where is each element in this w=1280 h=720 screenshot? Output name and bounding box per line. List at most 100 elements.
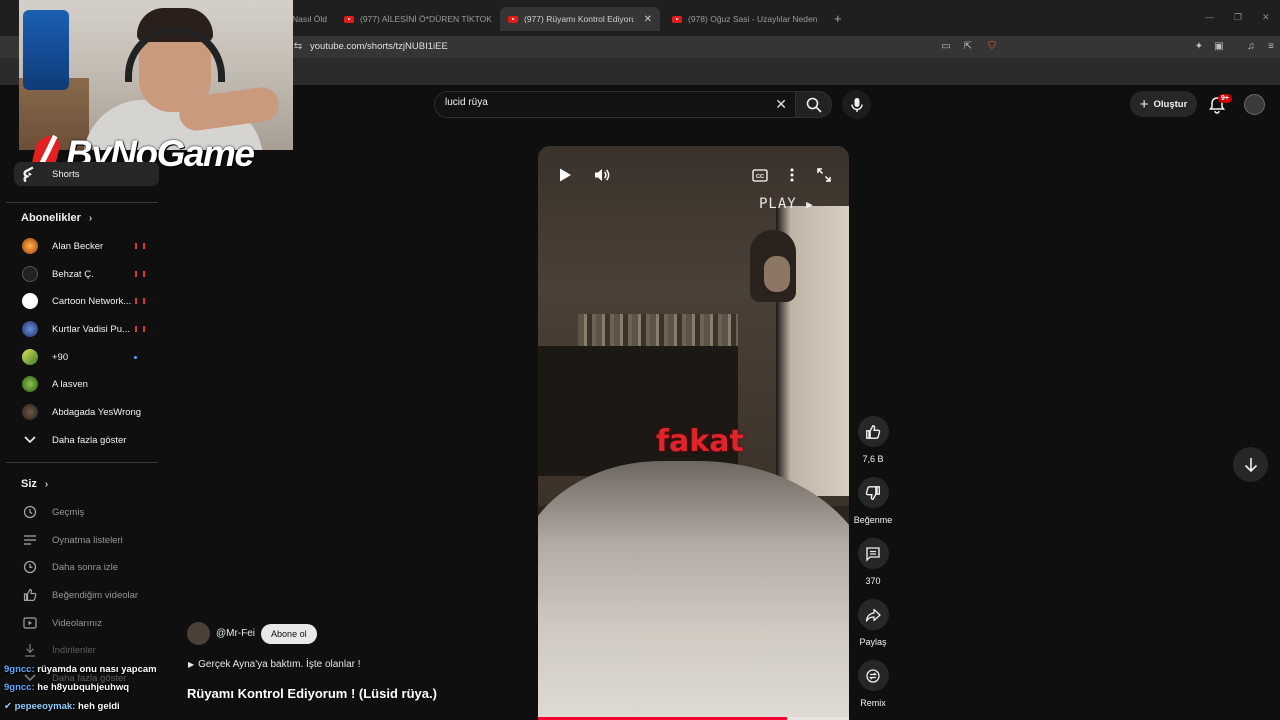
share-page-icon[interactable]: ⇱ bbox=[962, 41, 974, 53]
play-button[interactable] bbox=[555, 165, 575, 185]
description-text: Gerçek Ayna'ya baktım. İşte olanlar ! bbox=[198, 659, 361, 670]
sidebar-channel-behzat[interactable]: Behzat Ç. bbox=[14, 262, 159, 286]
remix-icon bbox=[866, 668, 880, 683]
sidebar-item-label: +90 bbox=[52, 351, 69, 363]
channel-handle[interactable]: @Mr-Fei bbox=[216, 628, 255, 639]
sidebar-item-your-videos[interactable]: Videolarınız bbox=[14, 611, 159, 635]
search-box[interactable]: ✕ bbox=[434, 91, 796, 118]
share-button[interactable] bbox=[857, 599, 889, 630]
more-vert-icon bbox=[790, 168, 794, 182]
microphone-icon bbox=[850, 97, 863, 112]
chat-message: ✔ pepeeoymak: heh geldi bbox=[4, 701, 120, 712]
remix-button[interactable] bbox=[857, 660, 889, 691]
sidebar-item-label: Behzat Ç. bbox=[52, 268, 94, 280]
voice-search-button[interactable] bbox=[842, 90, 871, 119]
close-tab-icon[interactable]: ✕ bbox=[644, 14, 652, 25]
comment-count: 370 bbox=[865, 576, 881, 586]
share-label: Paylaş bbox=[859, 637, 887, 647]
sidebar-channel-plus90[interactable]: +90 bbox=[14, 345, 159, 369]
sidebar-channel-alan-becker[interactable]: Alan Becker bbox=[14, 234, 159, 258]
subscriptions-heading[interactable]: Abonelikler › bbox=[21, 212, 92, 224]
svg-text:CC: CC bbox=[756, 174, 764, 180]
menu-icon[interactable]: ≡ bbox=[1265, 41, 1277, 53]
channel-avatar bbox=[22, 376, 38, 392]
volume-icon bbox=[595, 169, 610, 181]
dislike-button[interactable] bbox=[857, 477, 889, 508]
sidebar-item-liked-videos[interactable]: Beğendiğim videolar bbox=[14, 583, 159, 607]
plus-icon: + bbox=[1139, 95, 1149, 113]
sidebar-item-label: Kurtlar Vadisi Pu... bbox=[52, 323, 130, 335]
site-settings-icon[interactable]: ⇆ bbox=[292, 41, 304, 53]
shorts-video-player[interactable]: fakat CC PLAY ▶ bbox=[538, 146, 849, 720]
thumbs-up-icon bbox=[866, 424, 881, 439]
captions-button[interactable]: CC bbox=[750, 165, 770, 185]
create-button[interactable]: + Oluştur bbox=[1130, 91, 1197, 117]
search-input[interactable] bbox=[445, 97, 765, 108]
sidebar-channel-abdagada[interactable]: Abdagada YesWrong bbox=[14, 400, 159, 424]
closed-captions-icon: CC bbox=[752, 168, 768, 182]
sidebar-item-label: Beğendiğim videolar bbox=[52, 589, 139, 601]
browser-tab-active[interactable]: (977) Rüyamı Kontrol Ediyorum ✕ bbox=[500, 7, 660, 31]
download-icon bbox=[22, 642, 38, 658]
live-indicator-icon bbox=[135, 298, 145, 304]
volume-button[interactable] bbox=[592, 165, 612, 185]
clear-search-icon[interactable]: ✕ bbox=[775, 96, 787, 113]
share-action[interactable]: Paylaş bbox=[852, 599, 894, 647]
tab-title: Nasıl Öld bbox=[292, 14, 327, 24]
comments-button[interactable] bbox=[857, 538, 889, 569]
account-avatar[interactable] bbox=[1244, 94, 1265, 115]
browser-tab[interactable]: (977) AİLESİNİ Ö*DÜREN TİKTOKER bbox=[344, 8, 492, 30]
sidebar-item-history[interactable]: Geçmiş bbox=[14, 500, 159, 524]
url-text[interactable]: youtube.com/shorts/tzjNUBI1iEE bbox=[310, 41, 448, 52]
sidebar-item-downloads[interactable]: İndirilenler bbox=[14, 638, 159, 662]
browser-tab[interactable]: Nasıl Öld bbox=[292, 8, 332, 30]
sidebar-item-playlists[interactable]: Oynatma listeleri bbox=[14, 528, 159, 552]
search-button[interactable] bbox=[796, 91, 832, 118]
brave-shield-icon[interactable]: ⛉ bbox=[986, 41, 998, 53]
sidebar-item-watch-later[interactable]: Daha sonra izle bbox=[14, 555, 159, 579]
restore-icon[interactable]: ❐ bbox=[1234, 12, 1242, 23]
chevron-right-icon: › bbox=[88, 212, 93, 224]
cast-icon[interactable]: ▭ bbox=[940, 41, 952, 53]
sidebar-channel-kurtlar-vadisi[interactable]: Kurtlar Vadisi Pu... bbox=[14, 317, 159, 341]
close-window-icon[interactable]: ✕ bbox=[1262, 12, 1270, 23]
extensions-icon[interactable]: ✦ bbox=[1193, 41, 1205, 53]
channel-avatar[interactable] bbox=[187, 622, 210, 645]
remix-label: Remix bbox=[860, 698, 886, 708]
sidebar-show-more[interactable]: Daha fazla göster bbox=[14, 428, 159, 452]
more-options-button[interactable] bbox=[782, 165, 802, 185]
browser-tab[interactable]: (978) Oğuz Sasi - Uzaylılar Neden Ke bbox=[672, 8, 820, 30]
video-overlay-play-label: PLAY ▶ bbox=[759, 196, 814, 212]
remix-action[interactable]: Remix bbox=[852, 660, 894, 708]
sidebar-channel-cartoon-network[interactable]: Cartoon Network... bbox=[14, 289, 159, 313]
video-description[interactable]: ▶ Gerçek Ayna'ya baktım. İşte olanlar ! bbox=[188, 659, 361, 670]
fullscreen-button[interactable] bbox=[814, 165, 834, 185]
sidebar-toggle-icon[interactable]: ▣ bbox=[1213, 41, 1225, 53]
subscribe-button[interactable]: Abone ol bbox=[261, 623, 317, 644]
dislike-action[interactable]: Beğenme bbox=[852, 477, 894, 525]
chat-text: heh geldi bbox=[77, 701, 120, 712]
sidebar-item-shorts[interactable]: Shorts bbox=[14, 162, 159, 186]
like-action[interactable]: 7,6 B bbox=[852, 416, 894, 464]
minimize-icon[interactable]: — bbox=[1205, 12, 1214, 22]
dislike-label: Beğenme bbox=[853, 515, 893, 525]
you-heading[interactable]: Siz › bbox=[21, 478, 48, 490]
play-arrow-icon: ▶ bbox=[188, 660, 195, 669]
video-title: Rüyamı Kontrol Ediyorum ! (Lüsid rüya.) bbox=[187, 686, 437, 701]
new-tab-icon[interactable]: + bbox=[834, 11, 842, 26]
sidebar-channel-a-lasven[interactable]: A lasven bbox=[14, 372, 159, 396]
next-video-button[interactable] bbox=[1233, 447, 1268, 482]
share-icon bbox=[865, 608, 881, 622]
comments-action[interactable]: 370 bbox=[852, 538, 894, 586]
comment-icon bbox=[866, 546, 880, 562]
media-icon[interactable]: ♫ bbox=[1245, 41, 1257, 53]
channel-avatar bbox=[22, 321, 38, 337]
live-indicator-icon bbox=[135, 271, 145, 277]
chat-username: 9gncc: bbox=[4, 682, 35, 693]
youtube-icon bbox=[508, 15, 518, 23]
like-button[interactable] bbox=[857, 416, 889, 447]
sidebar-item-label: Oynatma listeleri bbox=[52, 534, 123, 546]
sidebar: Shorts Abonelikler › Alan Becker Behzat Ç… bbox=[0, 160, 165, 720]
chevron-down-icon bbox=[22, 432, 38, 448]
notification-badge: 9+ bbox=[1218, 94, 1232, 103]
